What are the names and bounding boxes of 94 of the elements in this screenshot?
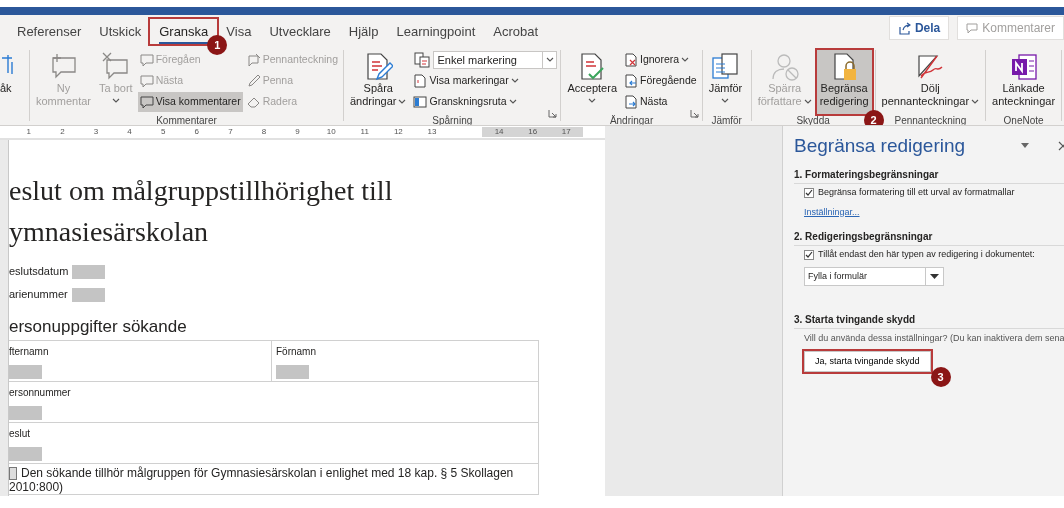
field-label: Förnamn [276,345,317,359]
ruler-number: 2 [59,127,66,137]
comment-icon [139,53,154,67]
caret-icon [546,57,554,63]
share-icon [897,21,911,35]
comment-icon [966,22,979,34]
form-field[interactable] [276,365,309,379]
form-field[interactable] [9,406,42,420]
ribbon-tab[interactable]: Utvecklare [260,19,340,44]
ribbon-button[interactable]: Jämför [705,50,746,114]
ribbon-button[interactable]: Begränsa redigering [816,50,872,114]
section-heading: ersonuppgifter sökande [9,316,188,338]
pencil-icon [246,74,261,88]
ruler-number: 6 [193,127,200,137]
document-title: ymnasiesärskolan [9,215,210,249]
field-label: fternamn [9,345,50,359]
checkbox-label: Begränsa formatering till ett urval av formatmallar [818,185,1015,199]
ribbon-tab[interactable]: Referenser [8,19,91,44]
statement-text: Den sökande tillhör målgruppen för Gymnasiesärskolan i enlighet med 18 kap. § 5 Skollagen [21,466,514,480]
ribbon-button[interactable]: Ignorera [622,50,692,70]
ribbon-tab[interactable]: Learningpoint [387,19,485,44]
ruler-number: 1 [25,127,32,137]
ribbon-button[interactable]: åk [0,50,29,114]
ruler-number: 8 [260,127,268,137]
ruler-number: 17 [549,127,584,137]
section-heading: 1. Formateringsbegränsningar [794,166,1064,184]
comment-icon [139,95,154,109]
ruler-number: 12 [392,127,404,137]
ruler-number: 3 [92,127,100,137]
form-field[interactable] [72,264,106,279]
ruler-number: 14 [482,127,516,137]
pane-title: Begränsa redigering [794,134,966,158]
eraser-icon [246,95,261,109]
markup-dropdown[interactable]: Enkel markering [433,51,558,69]
checkbox[interactable] [804,187,814,198]
comment-icon [139,74,154,88]
checkbox[interactable] [804,250,814,260]
close-icon [1058,141,1064,152]
ribbon-button[interactable]: Granskningsruta [411,92,519,112]
field-label: ersonnummer [9,386,72,400]
ribbon-button[interactable]: Acceptera [564,50,620,114]
ruler-number: 10 [325,127,337,137]
group-label: Kommentarer [155,114,218,125]
checkbox[interactable] [9,466,17,480]
checkbox-label: Tillåt endast den här typen av redigering i dokumentet: [818,248,1035,262]
ink-comment-icon [246,53,261,67]
form-field[interactable] [9,447,42,461]
prompt-text: Vill du använda dessa inställningar? (Du kan inaktivera dem sena [803,332,1064,345]
step-badge: 2 [863,110,884,125]
ruler-number: 7 [227,127,234,137]
group-label: OneNote [1002,114,1045,125]
launcher-icon[interactable] [548,109,558,118]
caret-icon [930,273,939,280]
field-label: eslut [9,427,32,441]
group-label: Jämför [710,114,743,125]
panel-icon [413,95,428,109]
document-reject-icon [624,53,638,67]
ruler-number: 16 [515,127,550,137]
field-label: eslutsdatum [9,264,69,280]
ribbon-tab[interactable]: Acrobat [484,19,548,44]
restriction-dropdown[interactable]: Fylla i formulär [804,267,944,286]
launcher-icon[interactable] [689,109,699,118]
form-field[interactable] [9,365,42,379]
ruler-number: 9 [294,127,301,137]
document-arrow-icon [624,95,638,109]
ribbon-button[interactable]: Visa markeringar [411,71,521,91]
section-heading: 2. Redigeringsbegränsningar [794,229,1064,246]
ruler-number: 5 [159,127,167,137]
document-arrow-icon [624,74,638,88]
step-badge: 1 [207,35,228,55]
ribbon-button[interactable]: Spåra ändringar [347,50,410,114]
settings-link[interactable]: Inställningar... [794,205,860,219]
protect-button[interactable]: Ja, starta tvingande skydd [804,350,931,372]
section-heading: 3. Starta tvingande skydd [794,312,1064,329]
person-block-icon [769,52,800,82]
documents-icon [710,52,741,82]
ruler-number: 13 [426,127,438,137]
ribbon-button[interactable]: Nästa [622,92,670,112]
form-field[interactable] [71,287,105,302]
documents-icon [414,52,431,68]
ribbon-tab[interactable]: Utskick [90,19,151,44]
ruler-number: 4 [126,127,133,137]
statement-text: 2010:800) [9,480,65,494]
share-button[interactable]: Dela [888,16,950,40]
step-badge: 3 [930,367,951,387]
ribbon-tab[interactable]: Hjälp [339,19,388,44]
ruler-number: 11 [359,127,370,137]
document-icon [413,74,428,88]
document-title: eslut om målgruppstillhörighet till [9,174,394,208]
ribbon-button[interactable]: Visa kommentarer [137,92,243,112]
ribbon-button[interactable]: Länkade anteckningar [989,50,1059,114]
comment-delete-icon [100,52,131,82]
ribbon-button[interactable]: Föregående [622,71,699,91]
field-label: arienummer [9,287,68,303]
